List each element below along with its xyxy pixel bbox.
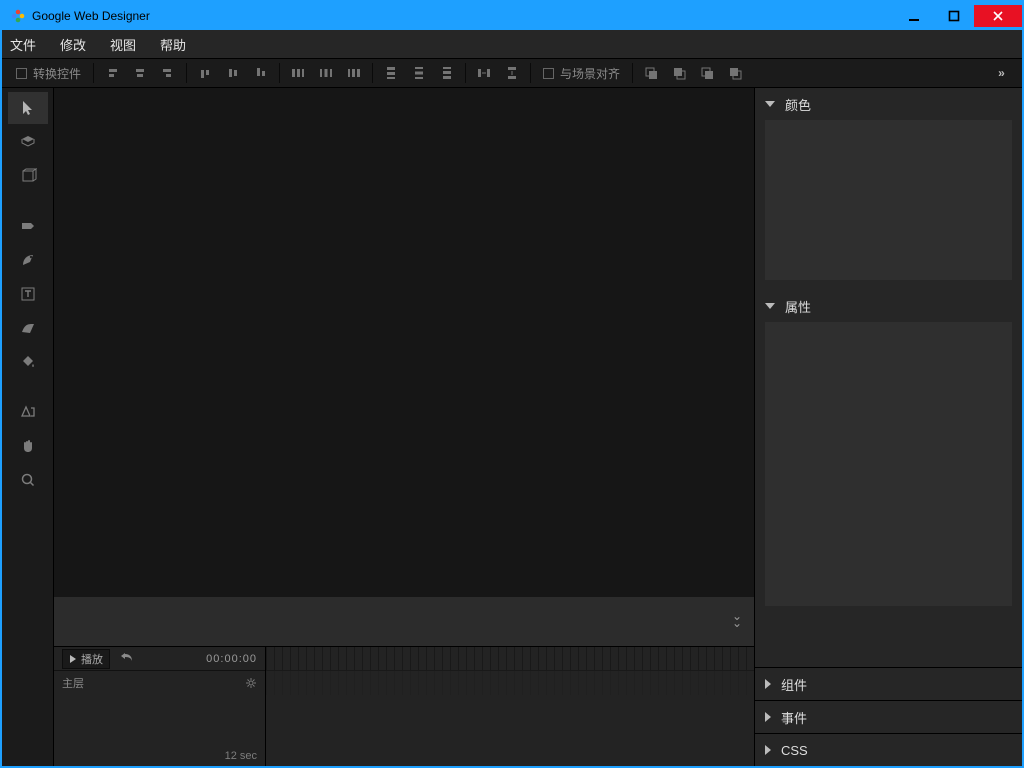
menu-edit[interactable]: 修改 (60, 35, 86, 54)
play-icon (69, 655, 77, 663)
chevron-right-icon (765, 745, 771, 755)
timeline-lane[interactable] (266, 671, 754, 695)
options-bar: 转换控件 与场景对齐 (2, 58, 1022, 88)
app-window: Google Web Designer 文件 修改 视图 帮助 转换控件 (0, 0, 1024, 768)
timeline-undo-button[interactable] (120, 652, 134, 665)
titlebar[interactable]: Google Web Designer (2, 2, 1022, 30)
chevron-down-icon (765, 101, 775, 107)
distribute-vcenter-icon[interactable] (405, 61, 433, 85)
checkbox-icon (543, 68, 554, 79)
panel-css-header[interactable]: CSS (755, 734, 1022, 766)
timeline-duration: 12 sec (54, 746, 265, 766)
align-bottom-icon[interactable] (247, 61, 275, 85)
panel-collapse-bar[interactable]: ⌄⌄ (54, 611, 754, 646)
window-minimize-button[interactable] (894, 5, 934, 27)
align-stage-checkbox[interactable]: 与场景对齐 (535, 65, 628, 82)
window-close-button[interactable] (974, 5, 1022, 27)
timeline-time: 00:00:00 (206, 653, 257, 665)
timeline-panel: 播放 00:00:00 主层 12 sec (54, 646, 754, 766)
distribute-hcenter-icon[interactable] (312, 61, 340, 85)
chevron-down-icon (765, 303, 775, 309)
send-backward-icon[interactable] (693, 61, 721, 85)
tag-tool[interactable] (8, 210, 48, 242)
timeline-controls: 播放 00:00:00 主层 12 sec (54, 647, 266, 766)
panel-components-header[interactable]: 组件 (755, 668, 1022, 700)
stage-canvas[interactable] (54, 88, 754, 597)
distribute-right-icon[interactable] (340, 61, 368, 85)
options-overflow-button[interactable]: » (988, 66, 1016, 80)
component-tool[interactable] (8, 396, 48, 428)
timeline-track-area[interactable] (266, 647, 754, 766)
undo-icon (120, 652, 134, 662)
panel-color-header[interactable]: 颜色 (755, 88, 1022, 120)
panel-color-body[interactable] (765, 120, 1012, 280)
chevron-down-icon: ⌄⌄ (732, 613, 742, 627)
bring-forward-icon[interactable] (665, 61, 693, 85)
hand-tool[interactable] (8, 430, 48, 462)
align-stage-label: 与场景对齐 (560, 65, 620, 82)
panel-events-header[interactable]: 事件 (755, 701, 1022, 733)
menu-file[interactable]: 文件 (10, 35, 36, 54)
space-v-icon[interactable] (498, 61, 526, 85)
pen-tool[interactable] (8, 244, 48, 276)
space-h-icon[interactable] (470, 61, 498, 85)
panel-components-label: 组件 (781, 675, 807, 694)
main-area: ⌄⌄ 播放 00:00:00 主 (2, 88, 1022, 766)
distribute-left-icon[interactable] (284, 61, 312, 85)
text-tool[interactable] (8, 278, 48, 310)
chevron-right-icon (765, 712, 771, 722)
timeline-ruler[interactable] (266, 647, 754, 671)
panel-properties-body[interactable] (765, 322, 1012, 606)
canvas-scrollbar[interactable] (54, 597, 754, 611)
shape-tool[interactable] (8, 312, 48, 344)
convert-control-label: 转换控件 (33, 65, 81, 82)
menu-view[interactable]: 视图 (110, 35, 136, 54)
panel-properties-header[interactable]: 属性 (755, 290, 1022, 322)
timeline-layer-label: 主层 (62, 675, 84, 691)
align-vcenter-icon[interactable] (219, 61, 247, 85)
align-hcenter-icon[interactable] (126, 61, 154, 85)
panel-color-label: 颜色 (785, 95, 811, 114)
bring-front-icon[interactable] (637, 61, 665, 85)
window-maximize-button[interactable] (934, 5, 974, 27)
align-right-icon[interactable] (154, 61, 182, 85)
align-top-icon[interactable] (191, 61, 219, 85)
3d-translate-tool[interactable] (8, 160, 48, 192)
chevron-right-icon (765, 679, 771, 689)
convert-control-checkbox[interactable]: 转换控件 (8, 65, 89, 82)
right-panels: 颜色 属性 组件 事件 CSS (754, 88, 1022, 766)
distribute-top-icon[interactable] (377, 61, 405, 85)
gear-icon[interactable] (245, 677, 257, 689)
timeline-play-button[interactable]: 播放 (62, 649, 110, 669)
checkbox-icon (16, 68, 27, 79)
panel-properties-label: 属性 (785, 297, 811, 316)
align-left-icon[interactable] (98, 61, 126, 85)
window-title: Google Web Designer (32, 9, 150, 23)
send-back-icon[interactable] (721, 61, 749, 85)
center-column: ⌄⌄ 播放 00:00:00 主 (54, 88, 754, 766)
app-logo-icon (10, 8, 26, 24)
menu-help[interactable]: 帮助 (160, 35, 186, 54)
timeline-layer-row[interactable]: 主层 (54, 671, 265, 695)
select-tool[interactable] (8, 92, 48, 124)
zoom-tool[interactable] (8, 464, 48, 496)
toolbox (2, 88, 54, 766)
distribute-bottom-icon[interactable] (433, 61, 461, 85)
panel-css-label: CSS (781, 743, 808, 758)
3d-rotate-tool[interactable] (8, 126, 48, 158)
panel-events-label: 事件 (781, 708, 807, 727)
timeline-play-label: 播放 (81, 651, 103, 667)
fill-tool[interactable] (8, 346, 48, 378)
menubar: 文件 修改 视图 帮助 (2, 30, 1022, 58)
